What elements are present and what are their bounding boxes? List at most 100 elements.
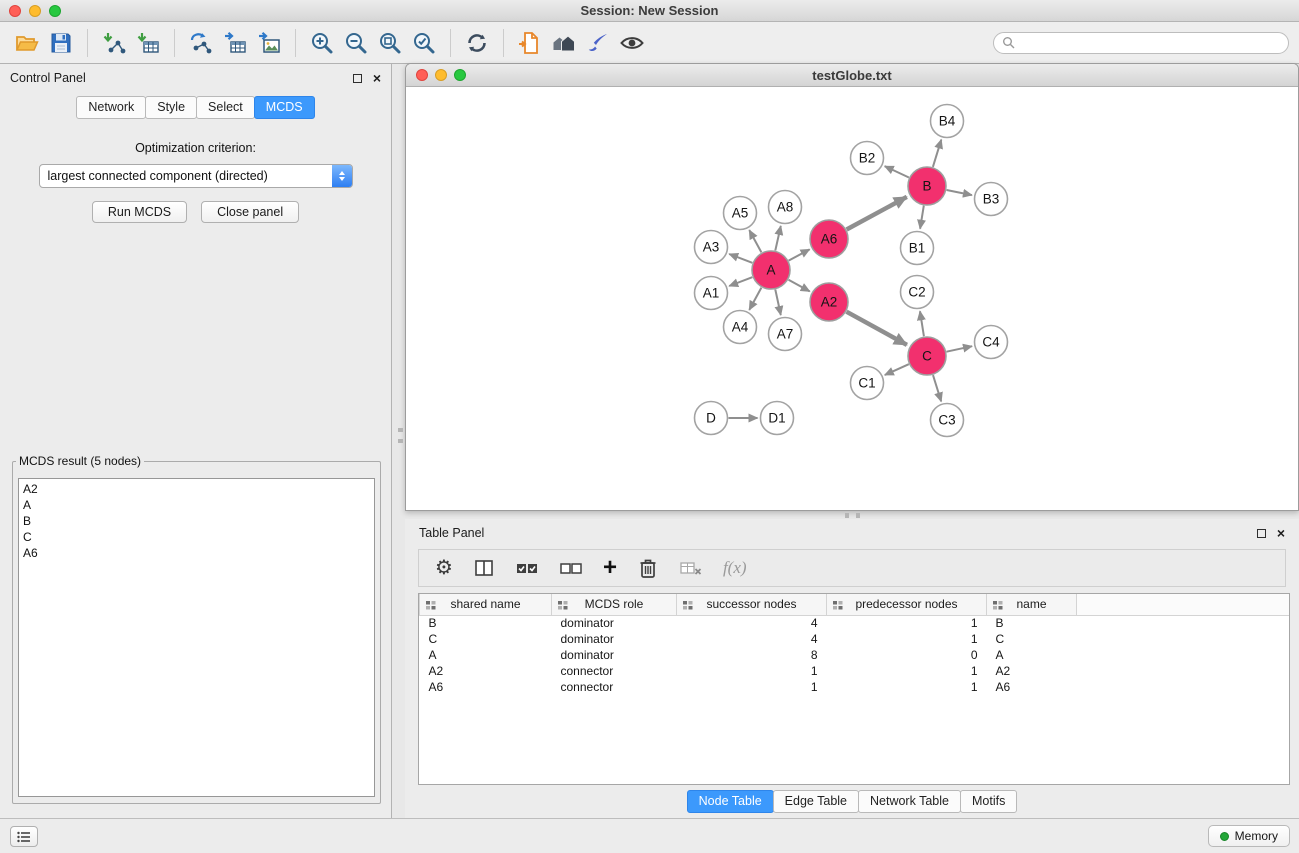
network-zoom-button[interactable] [454,69,466,81]
cell-successor-nodes[interactable]: 1 [677,679,827,695]
column-header-name[interactable]: name [987,594,1077,615]
table-tab-network-table[interactable]: Network Table [858,790,961,813]
mcds-result-item[interactable]: A2 [23,481,370,497]
edge-A-A8[interactable] [775,226,781,251]
node-A6[interactable]: A6 [810,220,848,258]
open-session-button[interactable] [10,26,44,60]
cell-MCDS-role[interactable]: connector [552,663,677,679]
memory-button[interactable]: Memory [1208,825,1290,847]
zoom-window-button[interactable] [49,5,61,17]
cell-MCDS-role[interactable]: dominator [552,631,677,647]
cell-name[interactable]: A2 [987,663,1077,679]
cell-predecessor-nodes[interactable]: 1 [827,679,987,695]
export-image-button[interactable] [252,26,286,60]
edge-B-B4[interactable] [933,140,941,167]
refresh-layout-button[interactable] [460,26,494,60]
node-A[interactable]: A [752,251,790,289]
edge-B-B3[interactable] [947,190,972,195]
column-header-MCDS-role[interactable]: MCDS role [552,594,677,615]
style-brush-button[interactable] [581,26,615,60]
tab-style[interactable]: Style [145,96,197,119]
node-A5[interactable]: A5 [724,197,757,230]
splitter-handle[interactable] [398,428,403,443]
edge-C-C3[interactable] [933,375,941,401]
edge-A-A7[interactable] [775,290,781,316]
export-network-button[interactable] [184,26,218,60]
node-C[interactable]: C [908,337,946,375]
edge-A-A1[interactable] [729,277,752,286]
home-button[interactable] [547,26,581,60]
search-input[interactable] [1020,36,1280,50]
cell-MCDS-role[interactable]: connector [552,679,677,695]
mcds-result-item[interactable]: C [23,529,370,545]
import-network-button[interactable] [97,26,131,60]
network-canvas[interactable]: B4B2BB3A8A5A6A3B1AC2A1A2A4A7C4CC1C3DD1 [406,87,1298,510]
node-A1[interactable]: A1 [695,277,728,310]
edge-A-A4[interactable] [749,288,761,310]
cell-shared-name[interactable]: A6 [420,679,552,695]
edge-A6-B[interactable] [847,197,907,230]
mcds-result-item[interactable]: B [23,513,370,529]
cell-shared-name[interactable]: A2 [420,663,552,679]
zoom-out-button[interactable] [339,26,373,60]
network-minimize-button[interactable] [435,69,447,81]
node-A3[interactable]: A3 [695,231,728,264]
cell-successor-nodes[interactable]: 4 [677,615,827,631]
save-session-button[interactable] [44,26,78,60]
cell-successor-nodes[interactable]: 8 [677,647,827,663]
mcds-result-item[interactable]: A6 [23,545,370,561]
node-A7[interactable]: A7 [769,318,802,351]
close-panel-button[interactable]: Close panel [201,201,299,223]
edge-C-C4[interactable] [947,346,973,352]
table-tab-edge-table[interactable]: Edge Table [773,790,859,813]
import-table-button[interactable] [131,26,165,60]
node-C2[interactable]: C2 [901,276,934,309]
edge-A2-C[interactable] [847,312,907,345]
cell-predecessor-nodes[interactable]: 1 [827,615,987,631]
search-field[interactable] [993,32,1289,54]
mcds-result-item[interactable]: A [23,497,370,513]
cell-shared-name[interactable]: B [420,615,552,631]
node-B[interactable]: B [908,167,946,205]
column-header-predecessor-nodes[interactable]: predecessor nodes [827,594,987,615]
edge-A-A6[interactable] [789,249,810,260]
deselect-all-button[interactable] [559,557,583,579]
column-header-successor-nodes[interactable]: successor nodes [677,594,827,615]
node-C4[interactable]: C4 [975,326,1008,359]
function-builder-button[interactable]: f(x) [723,558,747,578]
node-A8[interactable]: A8 [769,191,802,224]
node-D1[interactable]: D1 [761,402,794,435]
delete-row-button[interactable] [637,557,659,579]
node-A2[interactable]: A2 [810,283,848,321]
cell-name[interactable]: C [987,631,1077,647]
cell-name[interactable]: B [987,615,1077,631]
cell-name[interactable]: A6 [987,679,1077,695]
edge-B-B1[interactable] [920,206,924,229]
cell-predecessor-nodes[interactable]: 0 [827,647,987,663]
open-document-button[interactable] [513,26,547,60]
cell-name[interactable]: A [987,647,1077,663]
node-B4[interactable]: B4 [931,105,964,138]
select-all-button[interactable] [515,557,539,579]
show-columns-button[interactable] [473,557,495,579]
close-panel-icon[interactable]: × [1277,528,1285,538]
cell-shared-name[interactable]: A [420,647,552,663]
task-history-button[interactable] [10,826,38,847]
table-tab-motifs[interactable]: Motifs [960,790,1017,813]
tab-mcds[interactable]: MCDS [254,96,315,119]
edge-C-C1[interactable] [885,364,909,375]
cell-shared-name[interactable]: C [420,631,552,647]
table-settings-button[interactable]: ⚙ [435,557,453,579]
delete-table-button[interactable] [679,557,703,579]
float-panel-icon[interactable] [1257,529,1266,538]
node-C1[interactable]: C1 [851,367,884,400]
graphics-details-button[interactable] [615,26,649,60]
float-panel-icon[interactable] [353,74,362,83]
network-close-button[interactable] [416,69,428,81]
zoom-selected-button[interactable] [407,26,441,60]
cell-successor-nodes[interactable]: 1 [677,663,827,679]
splitter-handle[interactable] [845,513,860,518]
close-panel-icon[interactable]: × [373,73,381,83]
cell-predecessor-nodes[interactable]: 1 [827,631,987,647]
table-tab-node-table[interactable]: Node Table [687,790,774,813]
